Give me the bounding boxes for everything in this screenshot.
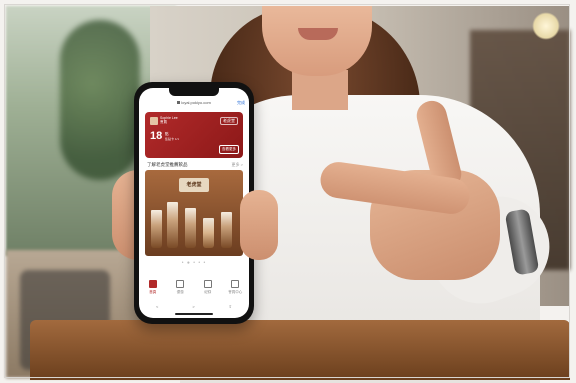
bottom-tab-bar: 首頁 優惠 紀錄 會員中心: [139, 276, 249, 302]
browser-url-bar[interactable]: loyal.pokiyo.com 完成: [139, 98, 249, 108]
share-button[interactable]: ⇧: [229, 304, 232, 309]
promo-title: 了解老虎堂推薦飲品: [147, 162, 188, 167]
woman-smile: [298, 28, 338, 40]
promo-banner[interactable]: 老虎堂: [145, 170, 243, 256]
tab-label: 優惠: [176, 290, 184, 294]
home-indicator[interactable]: [175, 313, 213, 315]
coupon-icon: [176, 280, 185, 288]
tab-member[interactable]: 會員中心: [224, 276, 246, 302]
tab-label: 首頁: [149, 290, 157, 294]
member-level: 會員: [160, 120, 167, 124]
lock-icon: [177, 101, 181, 104]
forward-button[interactable]: >: [192, 304, 194, 309]
background-plant: [60, 20, 140, 180]
drink-cup: [203, 218, 214, 248]
carousel-dots[interactable]: • ● • • •: [139, 260, 249, 266]
home-icon: [148, 280, 157, 288]
banner-brand-badge: 老虎堂: [179, 178, 209, 192]
done-button[interactable]: 完成: [237, 98, 245, 108]
avatar: [150, 117, 158, 125]
phone-notch: [169, 88, 219, 96]
member-info: Sophie Lee 會員: [160, 116, 178, 124]
points-value: 18: [150, 130, 163, 142]
url-text: loyal.pokiyo.com: [181, 100, 211, 105]
back-button[interactable]: <: [156, 304, 158, 309]
drink-cup: [221, 212, 232, 248]
drink-cup: [167, 202, 178, 248]
member-card[interactable]: Sophie Lee 會員 老虎堂 18 點 集點卡 1/1 查看更多: [145, 112, 243, 158]
card-more-button[interactable]: 查看更多: [219, 145, 239, 154]
browser-nav: < > ⇧: [139, 304, 249, 309]
drink-cup: [151, 210, 162, 248]
wooden-table: [30, 320, 570, 380]
tab-history[interactable]: 紀錄: [197, 276, 219, 302]
tab-home[interactable]: 首頁: [142, 276, 164, 302]
left-hand-thumb: [240, 190, 278, 260]
photo-scene: loyal.pokiyo.com 完成 Sophie Lee 會員 老虎堂 18…: [0, 0, 576, 383]
tab-coupons[interactable]: 優惠: [169, 276, 191, 302]
history-icon: [203, 280, 212, 288]
drink-cup: [185, 208, 196, 248]
promo-more-link[interactable]: 更多 >: [232, 162, 243, 168]
phone-screen: loyal.pokiyo.com 完成 Sophie Lee 會員 老虎堂 18…: [139, 88, 249, 318]
brand-logo: 老虎堂: [220, 117, 238, 125]
tab-label: 會員中心: [228, 290, 243, 294]
member-icon: [231, 280, 240, 288]
points-subtitle: 集點卡 1/1: [165, 137, 180, 141]
woman-neck: [292, 70, 348, 110]
ceiling-lamp: [532, 12, 560, 40]
points-unit: 點: [165, 132, 169, 136]
tab-label: 紀錄: [204, 290, 212, 294]
